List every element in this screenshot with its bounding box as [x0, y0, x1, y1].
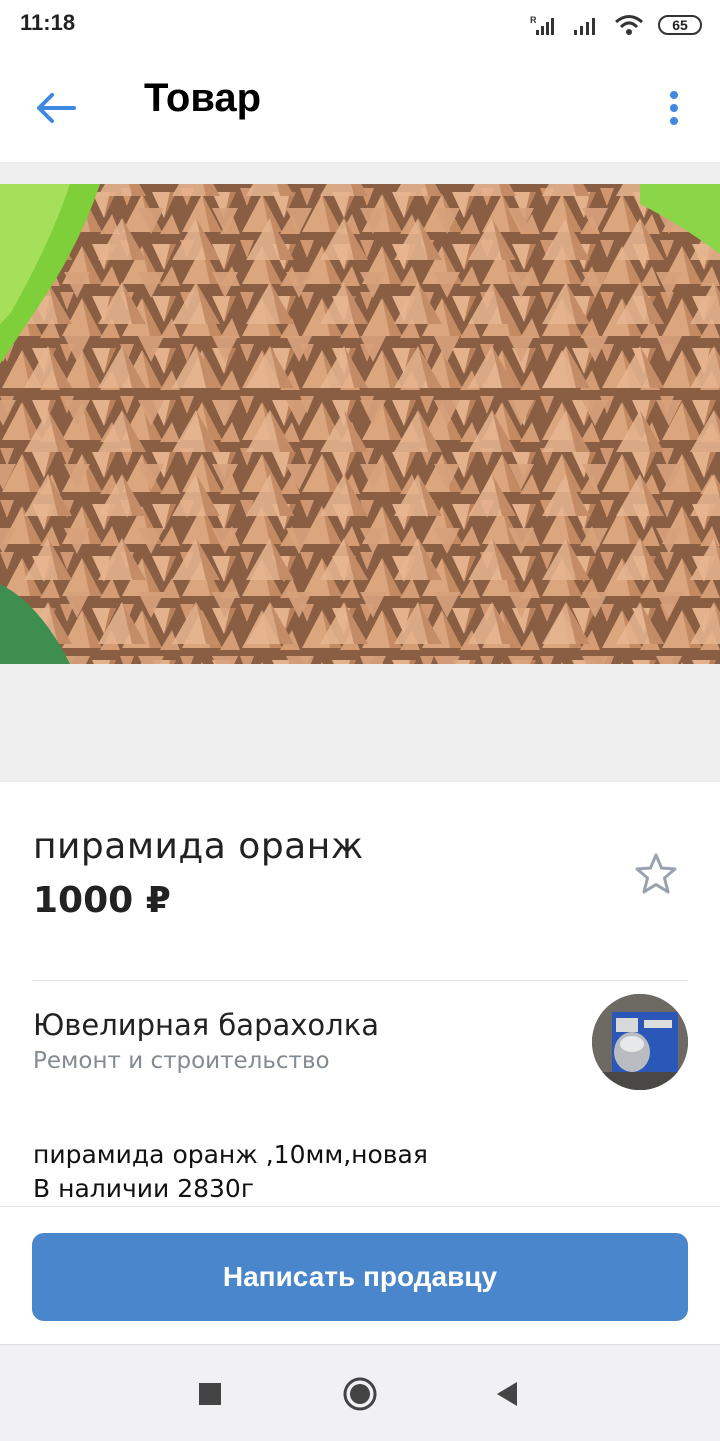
more-menu-button[interactable]	[654, 82, 694, 134]
seller-name: Ювелирная барахолка	[33, 1008, 379, 1042]
product-photo[interactable]	[0, 184, 720, 664]
write-seller-button[interactable]: Написать продавцу	[32, 1233, 688, 1321]
back-nav-button[interactable]	[482, 1369, 532, 1419]
svg-text:R: R	[530, 15, 537, 25]
signal-icon	[574, 18, 595, 35]
seller-category: Ремонт и строительство	[33, 1048, 330, 1074]
product-description: пирамида оранж ,10мм,новая В наличии 283…	[33, 1138, 428, 1206]
description-line: В наличии 2830г	[33, 1174, 254, 1203]
description-line: пирамида оранж ,10мм,новая	[33, 1140, 428, 1169]
circle-icon	[343, 1377, 377, 1411]
favorite-button[interactable]	[628, 846, 684, 902]
divider	[32, 980, 688, 981]
recents-button[interactable]	[185, 1369, 235, 1419]
product-price: 1000 ₽	[33, 880, 171, 921]
seller-card[interactable]: Ювелирная барахолка Ремонт и строительст…	[0, 990, 720, 1100]
star-outline-icon	[635, 853, 677, 894]
more-vertical-icon	[670, 91, 678, 125]
seller-avatar[interactable]	[592, 994, 688, 1090]
app-header: Товар	[0, 52, 720, 162]
home-button[interactable]	[335, 1369, 385, 1419]
avatar-image	[592, 994, 688, 1090]
product-title: пирамида оранж	[33, 826, 364, 867]
page-title: Товар	[144, 76, 262, 120]
status-time: 11:18	[20, 10, 76, 35]
signal-roaming-icon: R	[530, 15, 554, 35]
back-button[interactable]	[30, 82, 82, 134]
wifi-icon	[615, 15, 643, 35]
arrow-left-icon	[37, 93, 76, 123]
pyramids-image	[0, 184, 720, 664]
status-icons: R 65	[530, 12, 702, 38]
bottom-action-panel: Написать продавцу	[0, 1206, 720, 1345]
battery-icon: 65	[658, 15, 702, 35]
square-icon	[199, 1383, 221, 1405]
product-gallery[interactable]	[0, 162, 720, 782]
triangle-back-icon	[497, 1382, 517, 1406]
system-nav-bar	[0, 1344, 720, 1441]
status-bar: 11:18 R 65	[0, 0, 720, 52]
